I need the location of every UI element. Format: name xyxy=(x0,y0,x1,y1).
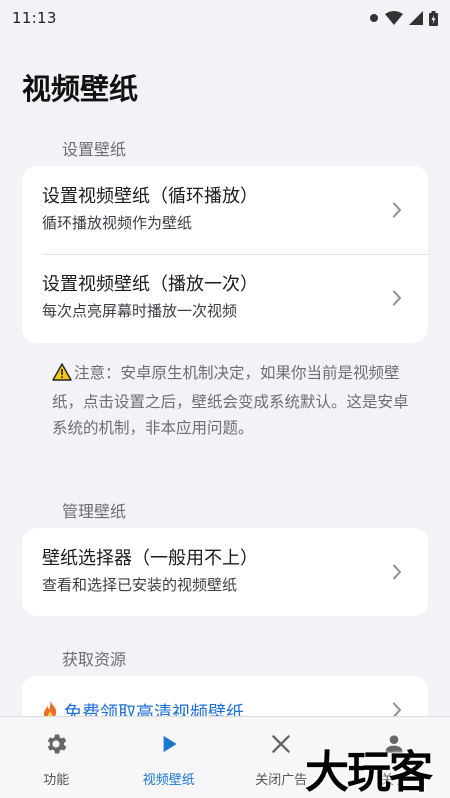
row-subtitle: 每次点亮屏幕时播放一次视频 xyxy=(42,302,238,320)
tab-label: 功能 xyxy=(43,773,70,788)
status-time: 11:13 xyxy=(12,9,57,27)
manage-wallpaper-card: 壁纸选择器（一般用不上） 查看和选择已安装的视频壁纸 xyxy=(22,528,428,616)
section-header-manage: 管理壁纸 xyxy=(62,502,127,521)
tab-video-wallpaper[interactable]: 视频壁纸 xyxy=(113,717,226,798)
close-icon xyxy=(268,731,294,761)
warning-text: 注意：安卓原生机制决定，如果你当前是视频壁纸，点击设置之后，壁纸会变成系统默认。… xyxy=(52,364,409,437)
row-title: 设置视频壁纸（播放一次） xyxy=(42,274,258,295)
play-icon xyxy=(156,731,182,761)
status-icons xyxy=(369,10,438,26)
tab-features[interactable]: 功能 xyxy=(0,717,113,798)
gear-icon xyxy=(43,731,69,761)
chevron-right-icon xyxy=(392,290,402,310)
page-title: 视频壁纸 xyxy=(22,72,139,106)
signal-icon xyxy=(409,11,423,25)
row-title: 壁纸选择器（一般用不上） xyxy=(42,548,258,569)
wifi-icon xyxy=(385,11,403,25)
section-header-set: 设置壁纸 xyxy=(62,140,127,159)
set-once-wallpaper-row[interactable]: 设置视频壁纸（播放一次） 每次点亮屏幕时播放一次视频 xyxy=(22,254,428,342)
row-title: 设置视频壁纸（循环播放） xyxy=(42,186,258,207)
warning-icon xyxy=(52,363,72,389)
wallpaper-picker-row[interactable]: 壁纸选择器（一般用不上） 查看和选择已安装的视频壁纸 xyxy=(22,528,428,616)
warning-note: 注意：安卓原生机制决定，如果你当前是视频壁纸，点击设置之后，壁纸会变成系统默认。… xyxy=(52,360,412,441)
row-subtitle: 查看和选择已安装的视频壁纸 xyxy=(42,576,238,594)
chevron-right-icon xyxy=(392,564,402,584)
tab-label: 关闭广告 xyxy=(255,773,308,788)
chevron-right-icon xyxy=(392,202,402,222)
watermark-logo: 大玩客 xyxy=(305,747,433,798)
status-bar: 11:13 xyxy=(0,0,450,36)
row-subtitle: 循环播放视频作为壁纸 xyxy=(42,214,193,232)
dnd-dot-icon xyxy=(369,13,379,23)
set-loop-wallpaper-row[interactable]: 设置视频壁纸（循环播放） 循环播放视频作为壁纸 xyxy=(22,166,428,254)
section-header-resources: 获取资源 xyxy=(62,650,127,669)
tab-label: 视频壁纸 xyxy=(142,773,195,788)
battery-icon xyxy=(429,10,438,26)
set-wallpaper-card: 设置视频壁纸（循环播放） 循环播放视频作为壁纸 设置视频壁纸（播放一次） 每次点… xyxy=(22,166,428,343)
